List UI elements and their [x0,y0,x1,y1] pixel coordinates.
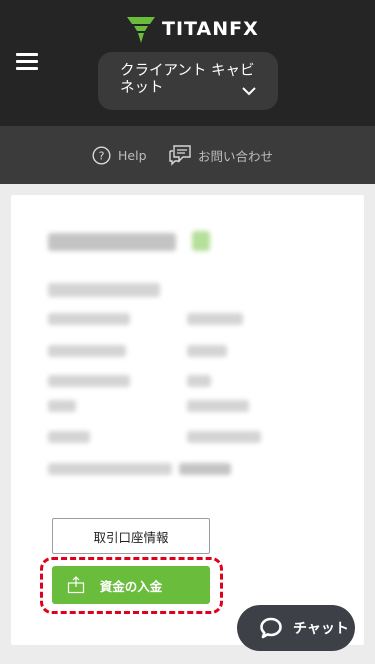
titanfx-logo-icon [127,17,155,43]
blurred-row-value [187,375,211,387]
blurred-row-value [187,431,261,443]
hamburger-menu-icon[interactable] [16,52,38,72]
account-info-label: 取引口座情報 [93,529,169,545]
deposit-funds-button[interactable]: 資金の入金 [52,566,210,604]
contact-link[interactable]: お問い合わせ [168,144,273,166]
account-info-button[interactable]: 取引口座情報 [52,518,210,554]
blurred-edit-icon [192,231,210,251]
account-card: 取引口座情報 資金の入金 [11,195,364,645]
blurred-section-heading [48,283,160,297]
logo-text: TITANFX [162,18,259,40]
blurred-row-label [48,431,90,443]
deposit-box-icon [67,576,85,594]
deposit-label: 資金の入金 [99,578,163,594]
titanfx-logo[interactable]: TITANFX [126,12,259,46]
client-cabinet-dropdown[interactable]: クライアント キャビネット [98,52,278,110]
contact-label: お問い合わせ [198,148,274,164]
help-label: Help [118,147,147,163]
help-circle-icon: ? [92,145,111,165]
blurred-row-label [48,400,76,412]
svg-text:?: ? [99,149,105,162]
help-link[interactable]: ? Help [92,145,147,165]
blurred-account-title [48,233,176,251]
cabinet-label: クライアント キャビネット [120,63,255,96]
blurred-row-label [48,375,130,387]
chevron-down-icon [242,87,256,96]
blurred-row-value [187,345,227,357]
contact-chat-icon [169,145,191,166]
blurred-footnote [48,463,172,475]
chat-button[interactable]: チャット [237,605,355,651]
blurred-row-label [48,313,130,325]
blurred-row-label [48,345,126,357]
blurred-row-value [187,400,249,412]
chat-label: チャット [293,621,349,637]
blurred-footnote-link [179,463,231,475]
chat-bubble-icon [260,617,282,639]
blurred-row-value [187,313,243,325]
